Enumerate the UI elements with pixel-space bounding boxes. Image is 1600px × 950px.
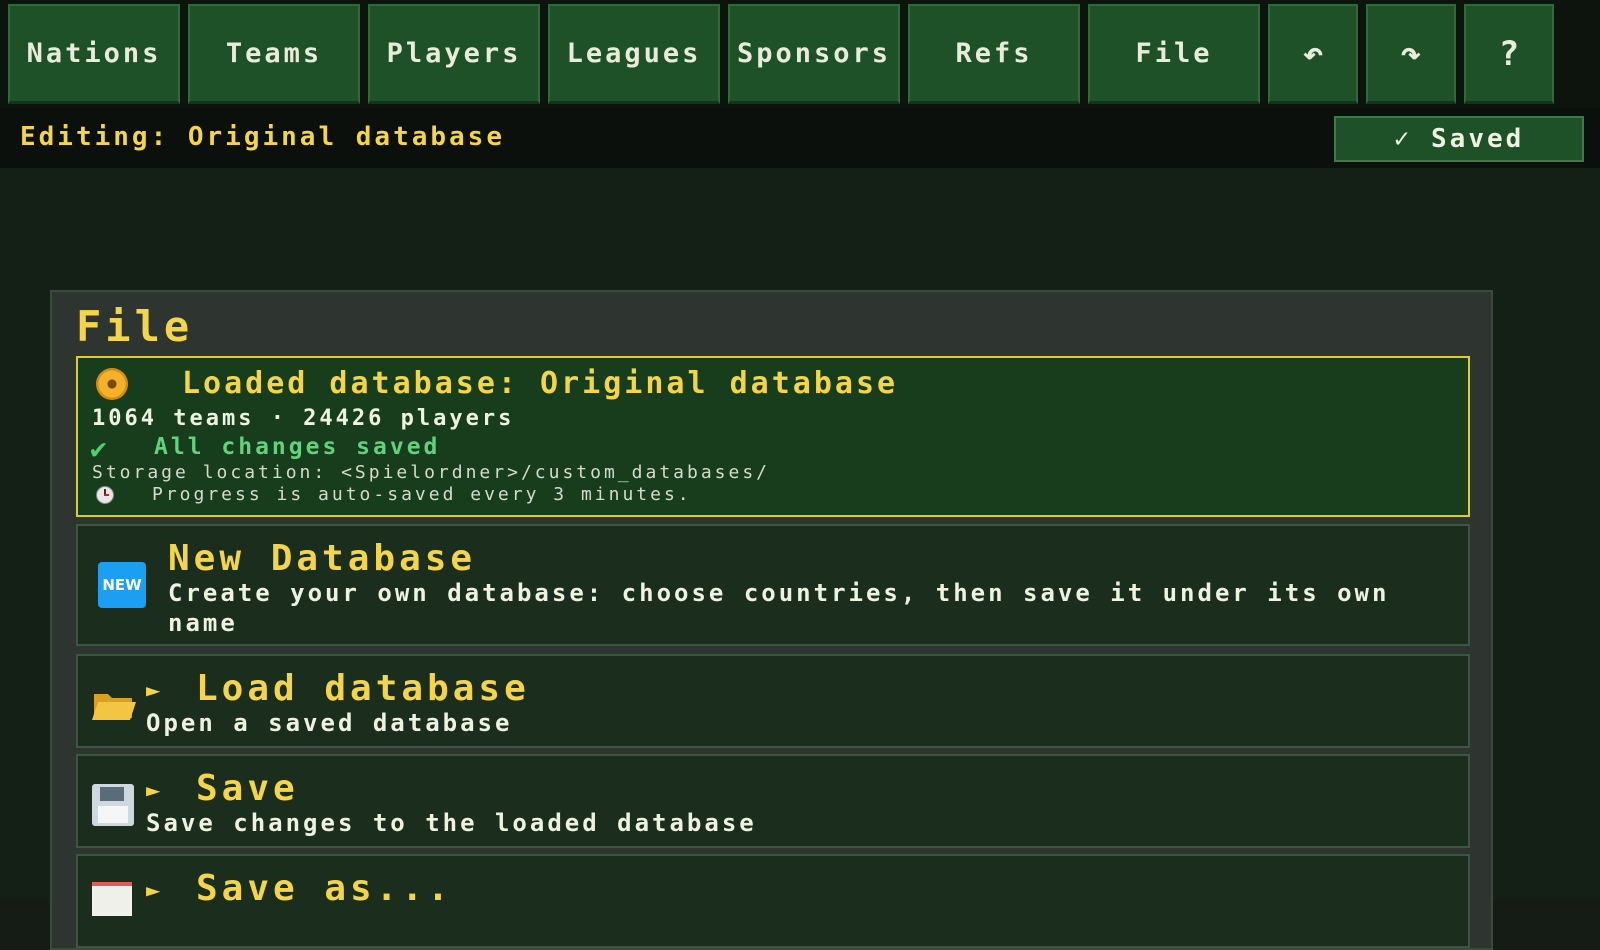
clock-icon [96,486,114,504]
nav-leagues-button[interactable]: Leagues [548,4,720,104]
save-description: Save changes to the loaded database [146,809,757,837]
load-database-description: Open a saved database [146,709,513,737]
nav-file-button[interactable]: File [1088,4,1260,104]
new-icon: NEW [98,562,146,608]
main-area: File Loaded database: Original database … [0,168,1600,950]
save-as-title: Save as... [196,868,453,909]
new-database-description: Create your own database: choose countri… [168,579,1390,637]
editing-label: Editing: Original database [20,122,505,152]
arrow-icon: ► [146,676,161,704]
database-stats: 1064 teams · 24426 players [92,406,515,431]
top-navigation: Nations Teams Players Leagues Sponsors R… [0,0,1600,108]
all-changes-saved-text: All changes saved [154,434,441,460]
saved-status-badge: ✓ Saved [1334,116,1584,162]
save-title: Save [196,768,299,809]
floppy-disk-icon [92,784,134,826]
help-button[interactable]: ? [1464,4,1554,104]
nav-players-button[interactable]: Players [368,4,540,104]
new-database-button[interactable]: NEW New Database Create your own databas… [76,524,1470,646]
new-database-title: New Database [168,538,477,579]
folder-icon [92,694,136,720]
save-as-button[interactable]: ► Save as... [76,854,1470,948]
redo-button[interactable]: ↷ [1366,4,1456,104]
loaded-database-card: Loaded database: Original database 1064 … [76,356,1470,517]
status-bar: Editing: Original database ✓ Saved [0,108,1600,169]
load-database-button[interactable]: ► Load database Open a saved database [76,654,1470,748]
load-database-title: Load database [196,668,530,709]
storage-location-text: Storage location: <Spielordner>/custom_d… [92,462,771,483]
disc-icon [96,368,128,400]
save-button[interactable]: ► Save Save changes to the loaded databa… [76,754,1470,848]
arrow-icon: ► [146,776,161,804]
help-icon: ? [1498,33,1520,74]
panel-title: File [76,302,194,351]
nav-refs-button[interactable]: Refs [908,4,1080,104]
undo-button[interactable]: ↶ [1268,4,1358,104]
undo-icon: ↶ [1302,33,1324,74]
nav-teams-button[interactable]: Teams [188,4,360,104]
autosave-info-text: Progress is auto-saved every 3 minutes. [152,484,692,505]
memo-icon [92,882,132,916]
checkmark-icon: ✔ [90,432,107,465]
nav-nations-button[interactable]: Nations [8,4,180,104]
file-panel: File Loaded database: Original database … [50,290,1493,950]
redo-icon: ↷ [1400,33,1422,74]
nav-sponsors-button[interactable]: Sponsors [728,4,900,104]
loaded-database-title: Loaded database: Original database [182,366,899,401]
